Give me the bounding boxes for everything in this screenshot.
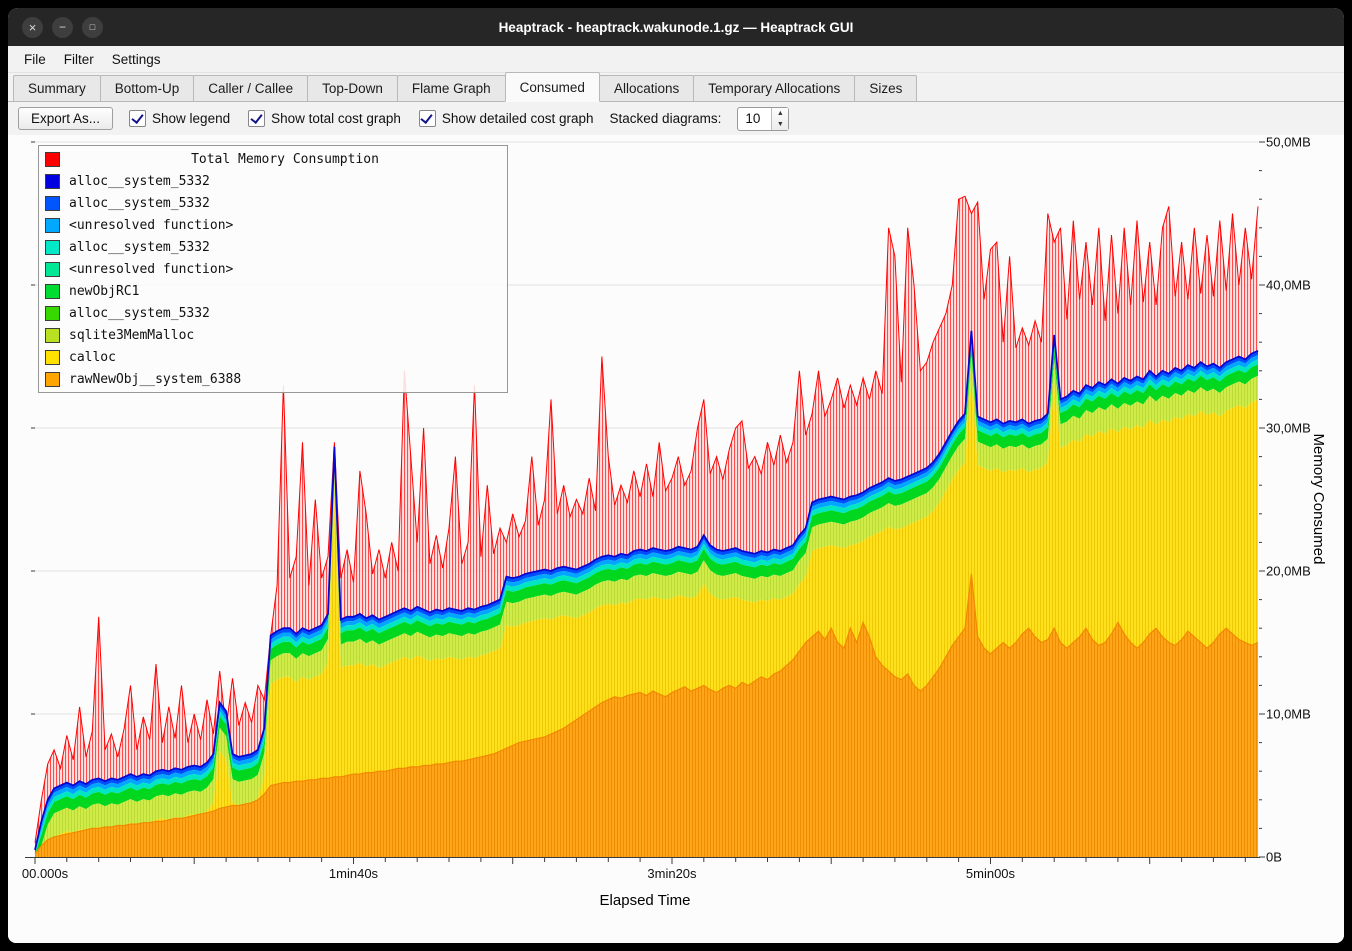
- tab-temporary-allocations[interactable]: Temporary Allocations: [693, 75, 855, 102]
- legend-swatch: [45, 372, 60, 387]
- checkbox-show-total-cost-graph-box[interactable]: [248, 110, 265, 127]
- legend-label: <unresolved function>: [69, 262, 233, 277]
- legend-item: calloc: [39, 346, 507, 368]
- menu-bar: FileFilterSettings: [8, 46, 1344, 73]
- legend-swatch: [45, 328, 60, 343]
- stacked-diagrams-value: 10: [738, 108, 771, 130]
- legend-swatch: [45, 174, 60, 189]
- menu-file[interactable]: File: [16, 49, 54, 70]
- y-tick-label: 40,0MB: [1266, 278, 1311, 293]
- legend-title: Total Memory Consumption: [69, 152, 501, 167]
- legend-swatch-total: [45, 152, 60, 167]
- menu-filter[interactable]: Filter: [56, 49, 102, 70]
- legend-label: alloc__system_5332: [69, 196, 210, 211]
- legend-label: alloc__system_5332: [69, 174, 210, 189]
- toolbar: Export As... Show legend Show total cost …: [8, 102, 1344, 135]
- window-controls: × − □: [22, 8, 103, 46]
- checkbox-show-legend-label: Show legend: [152, 111, 230, 126]
- tab-sizes[interactable]: Sizes: [854, 75, 917, 102]
- checkbox-show-legend-box[interactable]: [129, 110, 146, 127]
- legend-item: sqlite3MemMalloc: [39, 324, 507, 346]
- title-bar: × − □ Heaptrack - heaptrack.wakunode.1.g…: [8, 8, 1344, 46]
- legend-item: newObjRC1: [39, 280, 507, 302]
- legend-swatch: [45, 306, 60, 321]
- close-glyph: ×: [29, 21, 37, 34]
- checkbox-show-detailed-cost-graph-box[interactable]: [419, 110, 436, 127]
- checkbox-show-detailed-cost-graph-label: Show detailed cost graph: [442, 111, 594, 126]
- menu-settings[interactable]: Settings: [104, 49, 169, 70]
- tab-consumed[interactable]: Consumed: [505, 72, 600, 102]
- x-axis-title: Elapsed Time: [8, 892, 1282, 909]
- legend-swatch: [45, 240, 60, 255]
- x-tick-label: 5min00s: [966, 866, 1015, 881]
- legend-label: calloc: [69, 350, 116, 365]
- legend-swatch: [45, 218, 60, 233]
- toolbar-checkboxes: Show legend Show total cost graph Show det…: [129, 110, 594, 127]
- spinbox-buttons: ▲ ▼: [771, 108, 788, 130]
- y-tick-label: 0B: [1266, 850, 1282, 865]
- legend-swatch: [45, 350, 60, 365]
- legend-item: <unresolved function>: [39, 258, 507, 280]
- close-icon[interactable]: ×: [22, 17, 43, 38]
- legend-label: sqlite3MemMalloc: [69, 328, 194, 343]
- legend-swatch: [45, 284, 60, 299]
- y-tick-label: 20,0MB: [1266, 564, 1311, 579]
- legend-swatch: [45, 196, 60, 211]
- spin-down-icon[interactable]: ▼: [772, 119, 788, 130]
- legend-label: alloc__system_5332: [69, 306, 210, 321]
- legend-label: <unresolved function>: [69, 218, 233, 233]
- stacked-diagrams-spinbox[interactable]: 10 ▲ ▼: [737, 107, 789, 131]
- chart-area: Total Memory Consumption alloc__system_53…: [8, 135, 1344, 943]
- app-window: × − □ Heaptrack - heaptrack.wakunode.1.g…: [8, 8, 1344, 943]
- legend-label: newObjRC1: [69, 284, 139, 299]
- checkbox-show-legend[interactable]: Show legend: [129, 110, 230, 127]
- legend-item: rawNewObj__system_6388: [39, 368, 507, 390]
- legend-title-row: Total Memory Consumption: [39, 148, 507, 170]
- maximize-icon[interactable]: □: [82, 17, 103, 38]
- legend-swatch: [45, 262, 60, 277]
- legend-item: <unresolved function>: [39, 214, 507, 236]
- y-axis-title: Memory Consumed: [1310, 434, 1327, 565]
- tab-bar: SummaryBottom-UpCaller / CalleeTop-DownF…: [8, 73, 1344, 102]
- legend-label: alloc__system_5332: [69, 240, 210, 255]
- tab-bottom-up[interactable]: Bottom-Up: [100, 75, 195, 102]
- y-tick-label: 30,0MB: [1266, 421, 1311, 436]
- x-tick-label: 00.000s: [22, 866, 68, 881]
- x-tick-label: 3min20s: [647, 866, 696, 881]
- x-tick-label: 1min40s: [329, 866, 378, 881]
- tab-top-down[interactable]: Top-Down: [307, 75, 398, 102]
- minimize-icon[interactable]: −: [52, 17, 73, 38]
- checkbox-show-detailed-cost-graph[interactable]: Show detailed cost graph: [419, 110, 594, 127]
- legend-item: alloc__system_5332: [39, 302, 507, 324]
- chart-legend: Total Memory Consumption alloc__system_53…: [38, 145, 508, 393]
- window-title: Heaptrack - heaptrack.wakunode.1.gz — He…: [8, 20, 1344, 35]
- spin-up-icon[interactable]: ▲: [772, 108, 788, 119]
- tab-caller-callee[interactable]: Caller / Callee: [193, 75, 308, 102]
- maximize-glyph: □: [90, 23, 95, 32]
- stacked-diagrams-label: Stacked diagrams:: [610, 111, 722, 126]
- y-tick-label: 50,0MB: [1266, 135, 1311, 150]
- legend-item: alloc__system_5332: [39, 192, 507, 214]
- legend-item: alloc__system_5332: [39, 236, 507, 258]
- legend-item: alloc__system_5332: [39, 170, 507, 192]
- minimize-glyph: −: [59, 21, 66, 33]
- checkbox-show-total-cost-graph-label: Show total cost graph: [271, 111, 401, 126]
- tab-allocations[interactable]: Allocations: [599, 75, 694, 102]
- export-as-button[interactable]: Export As...: [18, 107, 113, 130]
- tab-flame-graph[interactable]: Flame Graph: [397, 75, 506, 102]
- tab-summary[interactable]: Summary: [13, 75, 101, 102]
- legend-label: rawNewObj__system_6388: [69, 372, 241, 387]
- checkbox-show-total-cost-graph[interactable]: Show total cost graph: [248, 110, 401, 127]
- y-tick-label: 10,0MB: [1266, 707, 1311, 722]
